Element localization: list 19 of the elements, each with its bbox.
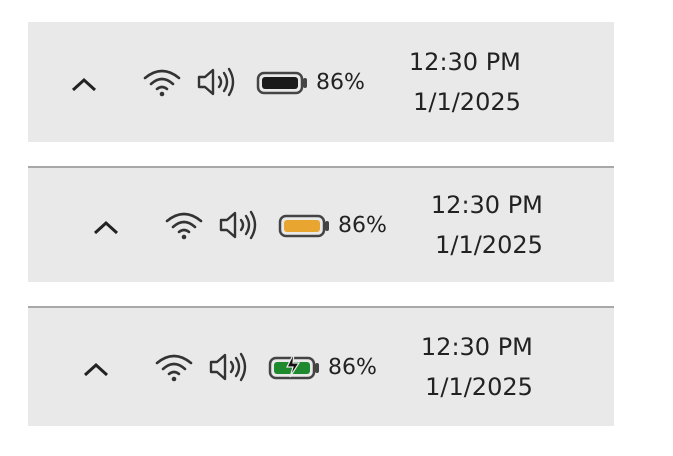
chevron-up-icon[interactable]	[70, 77, 98, 93]
clock-time: 12:30 PM	[420, 332, 533, 363]
clock-date: 1/1/2025	[425, 372, 533, 403]
clock-date: 1/1/2025	[413, 87, 521, 118]
battery-percent: 86%	[316, 70, 365, 94]
clock-date: 1/1/2025	[435, 230, 543, 261]
wifi-icon[interactable]	[154, 352, 194, 382]
battery-icon[interactable]	[268, 353, 322, 381]
wifi-icon[interactable]	[142, 67, 182, 97]
battery-percent: 86%	[338, 212, 387, 238]
clock-time: 12:30 PM	[430, 190, 543, 221]
chevron-up-icon[interactable]	[92, 220, 120, 236]
clock-time: 12:30 PM	[408, 47, 521, 78]
wifi-icon[interactable]	[164, 210, 204, 240]
clock[interactable]: 12:30 PM 1/1/2025	[408, 42, 521, 122]
clock[interactable]: 12:30 PM 1/1/2025	[430, 185, 543, 265]
battery-percent: 86%	[328, 354, 377, 380]
clock[interactable]: 12:30 PM 1/1/2025	[420, 327, 533, 407]
chevron-up-icon[interactable]	[82, 362, 110, 378]
